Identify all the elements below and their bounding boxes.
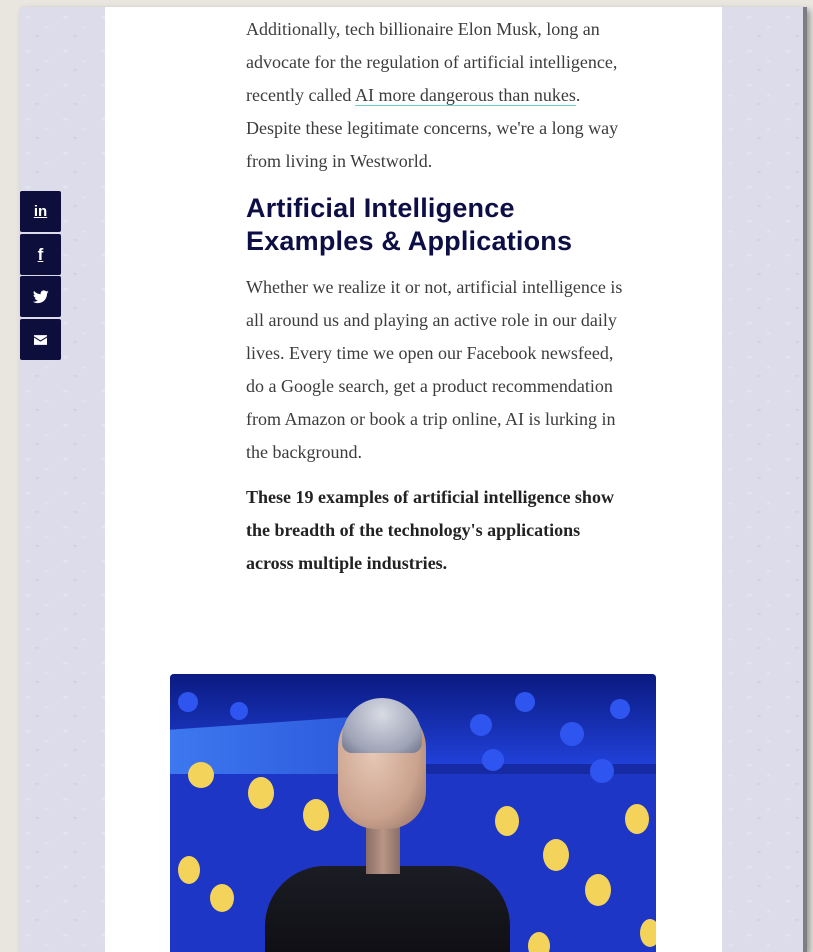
article-body: Additionally, tech billionaire Elon Musk… xyxy=(246,13,626,580)
image-dot xyxy=(515,692,535,712)
facebook-icon: f xyxy=(37,244,44,264)
image-dot xyxy=(230,702,248,720)
article-paragraph: Whether we realize it or not, artificial… xyxy=(246,277,623,462)
image-dot xyxy=(482,749,504,771)
email-share-button[interactable] xyxy=(20,319,61,360)
image-dot xyxy=(210,884,234,912)
image-dot xyxy=(303,799,329,831)
linkedin-icon: in xyxy=(33,203,48,220)
image-dot xyxy=(470,714,492,736)
image-dot xyxy=(178,692,198,712)
robot-neck xyxy=(366,824,400,874)
linkedin-share-button[interactable]: in xyxy=(20,191,61,232)
image-dot xyxy=(610,699,630,719)
facebook-share-button[interactable]: f xyxy=(20,234,61,275)
image-dot xyxy=(640,919,656,947)
page-frame: Additionally, tech billionaire Elon Musk… xyxy=(20,7,807,952)
article-image-robot xyxy=(170,674,656,952)
image-dot xyxy=(560,722,584,746)
twitter-share-button[interactable] xyxy=(20,276,61,317)
image-dot xyxy=(248,777,274,809)
twitter-icon xyxy=(32,289,49,303)
image-dot xyxy=(585,874,611,906)
ai-more-dangerous-link[interactable]: AI more dangerous than nukes xyxy=(354,85,576,106)
image-dot xyxy=(495,806,519,836)
image-dot xyxy=(188,762,214,788)
article-bold-paragraph: These 19 examples of artificial intellig… xyxy=(246,487,614,573)
article-container: Additionally, tech billionaire Elon Musk… xyxy=(105,7,722,952)
article-paragraph: Additionally, tech billionaire Elon Musk… xyxy=(246,13,626,178)
email-icon xyxy=(34,334,47,345)
image-dot xyxy=(543,839,569,871)
image-dot xyxy=(178,856,200,884)
image-dot xyxy=(625,804,649,834)
section-heading: Artificial Intelligence Examples & Appli… xyxy=(246,193,573,256)
image-dot xyxy=(528,932,550,952)
robot-body xyxy=(265,866,510,952)
image-dot xyxy=(590,759,614,783)
